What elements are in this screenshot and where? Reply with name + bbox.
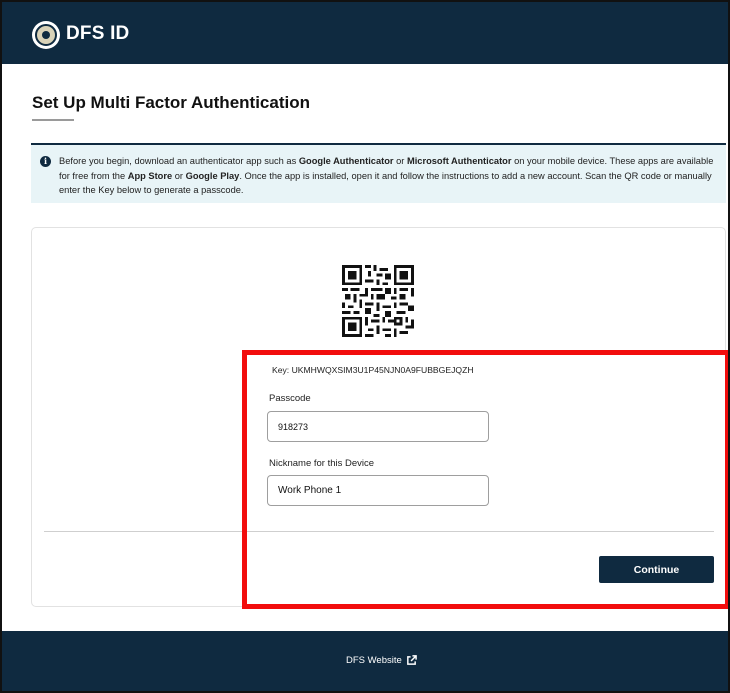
manual-key: Key: UKMHWQXSIM3U1P45NJN0A9FUBBGEJQZH bbox=[272, 365, 474, 375]
info-icon: i bbox=[40, 156, 51, 167]
card-divider bbox=[44, 531, 714, 532]
top-header: DFS ID bbox=[2, 2, 728, 64]
state-seal-logo bbox=[32, 21, 60, 49]
passcode-input[interactable]: 918273 bbox=[267, 411, 489, 442]
info-or-1: or bbox=[393, 156, 407, 166]
external-link-icon bbox=[406, 655, 417, 666]
info-microsoft-authenticator: Microsoft Authenticator bbox=[406, 156, 512, 166]
dfs-website-link[interactable]: DFS Website bbox=[346, 655, 417, 666]
info-banner: i Before you begin, download an authenti… bbox=[31, 143, 726, 203]
nickname-input[interactable]: Work Phone 1 bbox=[267, 475, 489, 506]
page-title: Set Up Multi Factor Authentication bbox=[32, 93, 310, 112]
info-or-2: or bbox=[172, 170, 186, 181]
continue-button[interactable]: Continue bbox=[599, 556, 714, 583]
nickname-label: Nickname for this Device bbox=[269, 458, 375, 469]
brand-title: DFS ID bbox=[66, 23, 130, 44]
info-google-play: Google Play bbox=[185, 170, 240, 181]
qr-code bbox=[342, 265, 414, 337]
info-google-authenticator: Google Authenticator bbox=[298, 156, 394, 166]
dfs-website-link-label: DFS Website bbox=[346, 655, 402, 666]
passcode-label: Passcode bbox=[269, 393, 311, 404]
title-underline bbox=[32, 119, 74, 121]
page-frame: DFS ID Set Up Multi Factor Authenticatio… bbox=[0, 0, 730, 693]
info-app-store: App Store bbox=[127, 170, 173, 181]
info-text-1: Before you begin, download an authentica… bbox=[59, 156, 299, 166]
